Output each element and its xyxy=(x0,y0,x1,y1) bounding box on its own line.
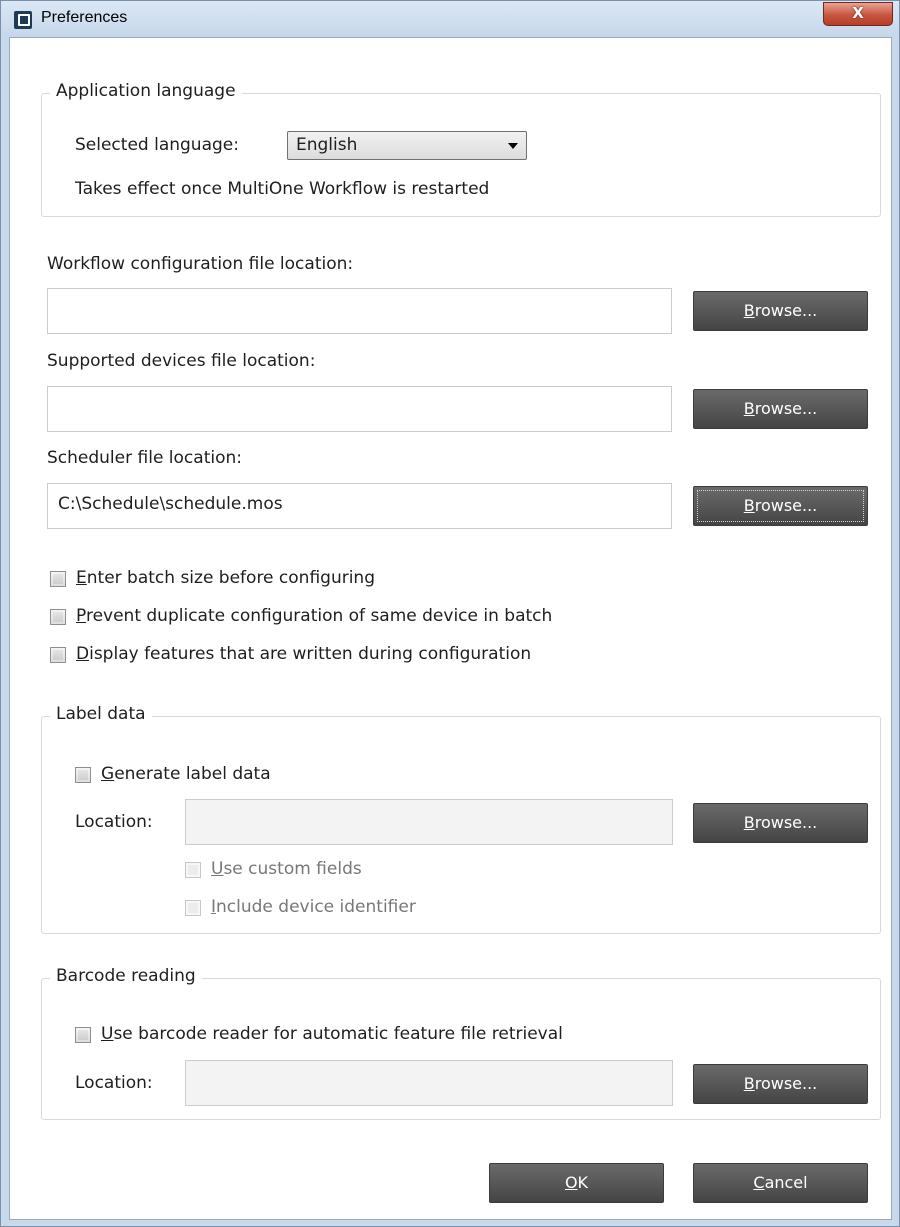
restart-note: Takes effect once MultiOne Workflow is r… xyxy=(75,179,490,199)
label-location-input[interactable] xyxy=(185,799,673,845)
cancel-text: ancel xyxy=(764,1173,808,1192)
barcode-reading-group: Barcode reading Use barcode reader for a… xyxy=(41,966,881,1120)
prevent-duplicate-label[interactable]: Prevent duplicate configuration of same … xyxy=(76,606,552,626)
label-location-label: Location: xyxy=(75,812,153,832)
application-language-group: Application language Selected language: … xyxy=(41,81,881,217)
use-custom-fields-checkbox[interactable] xyxy=(185,862,201,878)
scheduler-file-value: C:\Schedule\schedule.mos xyxy=(58,494,283,514)
app-icon xyxy=(14,11,32,29)
label-data-group: Label data Generate label data Location:… xyxy=(41,704,881,934)
selected-language-label: Selected language: xyxy=(75,135,239,155)
barcode-location-browse-button[interactable]: Browse... xyxy=(693,1064,868,1104)
use-custom-fields-label[interactable]: Use custom fields xyxy=(211,859,362,879)
ok-text: K xyxy=(577,1173,589,1192)
use-barcode-reader-checkbox[interactable] xyxy=(75,1027,91,1043)
workflow-config-label: Workflow configuration file location: xyxy=(47,254,354,274)
include-identifier-checkbox[interactable] xyxy=(185,900,201,916)
scheduler-file-input[interactable]: C:\Schedule\schedule.mos xyxy=(47,483,672,529)
barcode-reading-title: Barcode reading xyxy=(50,966,202,986)
label-data-title: Label data xyxy=(50,704,152,724)
display-features-text: isplay features that are written during … xyxy=(89,644,532,664)
enter-batch-size-text: nter batch size before configuring xyxy=(86,568,375,588)
cancel-button[interactable]: Cancel xyxy=(693,1163,868,1203)
barcode-location-input[interactable] xyxy=(185,1060,673,1106)
scheduler-file-label: Scheduler file location: xyxy=(47,448,242,468)
use-barcode-reader-text: se barcode reader for automatic feature … xyxy=(113,1024,563,1044)
enter-batch-size-checkbox[interactable] xyxy=(50,571,66,587)
dialog-content: Application language Selected language: … xyxy=(9,37,892,1220)
display-features-checkbox[interactable] xyxy=(50,647,66,663)
enter-batch-size-label[interactable]: Enter batch size before configuring xyxy=(76,568,375,588)
close-button[interactable]: X xyxy=(823,2,893,26)
include-identifier-text: nclude device identifier xyxy=(216,897,416,917)
title-bar[interactable]: Preferences X xyxy=(1,1,899,37)
display-features-label[interactable]: Display features that are written during… xyxy=(76,644,531,664)
application-language-title: Application language xyxy=(50,81,242,101)
prevent-duplicate-text: revent duplicate configuration of same d… xyxy=(85,606,553,626)
scheduler-browse-button[interactable]: Browse... xyxy=(693,486,868,526)
use-barcode-reader-label[interactable]: Use barcode reader for automatic feature… xyxy=(101,1024,563,1044)
preferences-window: Preferences X Application language Selec… xyxy=(0,0,900,1227)
supported-devices-input[interactable] xyxy=(47,386,672,432)
language-select[interactable]: English xyxy=(287,131,527,160)
include-identifier-label[interactable]: Include device identifier xyxy=(211,897,416,917)
generate-label-checkbox[interactable] xyxy=(75,767,91,783)
window-title: Preferences xyxy=(41,9,128,26)
barcode-location-label: Location: xyxy=(75,1073,153,1093)
workflow-config-input[interactable] xyxy=(47,288,672,334)
chevron-down-icon xyxy=(508,143,518,149)
supported-devices-label: Supported devices file location: xyxy=(47,351,316,371)
workflow-config-browse-button[interactable]: Browse... xyxy=(693,291,868,331)
label-location-browse-button[interactable]: Browse... xyxy=(693,803,868,843)
close-icon: X xyxy=(852,4,864,22)
supported-devices-browse-button[interactable]: Browse... xyxy=(693,389,868,429)
ok-button[interactable]: OK xyxy=(489,1163,664,1203)
generate-label-text: enerate label data xyxy=(114,764,271,784)
language-select-value: English xyxy=(296,135,358,155)
prevent-duplicate-checkbox[interactable] xyxy=(50,609,66,625)
generate-label-label[interactable]: Generate label data xyxy=(101,764,271,784)
use-custom-fields-text: se custom fields xyxy=(223,859,362,879)
